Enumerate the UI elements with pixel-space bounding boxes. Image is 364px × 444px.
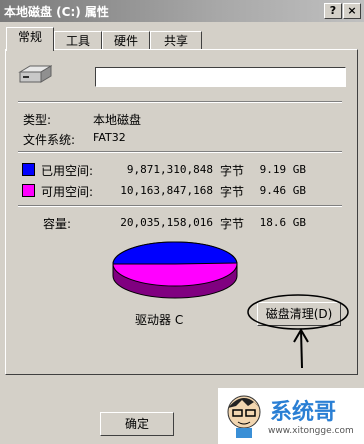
free-space-label: 可用空间:	[41, 185, 94, 199]
window-title: 本地磁盘 (C:) 属性	[4, 5, 109, 19]
separator	[18, 151, 342, 153]
drive-label: 驱动器 C	[135, 313, 184, 327]
tab-hardware[interactable]: 硬件	[102, 31, 150, 51]
mascot-icon	[227, 395, 261, 438]
capacity-unit: 字节	[220, 217, 245, 231]
watermark-brand: 系统哥	[270, 400, 337, 425]
watermark-url: www.xitongge.com	[268, 426, 354, 436]
used-space-label: 已用空间:	[41, 164, 94, 178]
fs-value: FAT32	[93, 131, 126, 144]
title-bar: 本地磁盘 (C:) 属性 ? ×	[0, 0, 364, 22]
tab-tools[interactable]: 工具	[54, 31, 102, 51]
tab-sharing[interactable]: 共享	[150, 31, 202, 51]
free-space-bytes: 10,163,847,168	[120, 184, 213, 197]
disk-usage-pie	[112, 241, 238, 299]
type-value: 本地磁盘	[93, 113, 142, 127]
free-space-swatch	[22, 184, 35, 197]
free-space-size: 9.46 GB	[259, 184, 306, 197]
close-button[interactable]: ×	[343, 3, 361, 19]
free-space-unit: 字节	[220, 185, 245, 199]
fs-label: 文件系统:	[23, 133, 76, 147]
capacity-label: 容量:	[43, 217, 72, 231]
used-space-unit: 字节	[220, 164, 245, 178]
capacity-size: 18.6 GB	[259, 216, 306, 229]
ok-button[interactable]: 确定	[100, 412, 174, 436]
used-space-bytes: 9,871,310,848	[126, 163, 213, 176]
separator	[18, 205, 342, 207]
watermark-logo: 系统哥 www.xitongge.com	[218, 388, 364, 444]
drive-icon	[18, 65, 52, 83]
tab-general[interactable]: 常规	[6, 27, 54, 51]
annotation-overlay	[247, 294, 349, 369]
help-button[interactable]: ?	[324, 3, 342, 19]
used-space-swatch	[22, 163, 35, 176]
type-label: 类型:	[23, 113, 52, 127]
separator	[18, 101, 342, 103]
volume-label-input[interactable]	[95, 67, 346, 87]
capacity-bytes: 20,035,158,016	[120, 216, 213, 229]
used-space-size: 9.19 GB	[259, 163, 306, 176]
